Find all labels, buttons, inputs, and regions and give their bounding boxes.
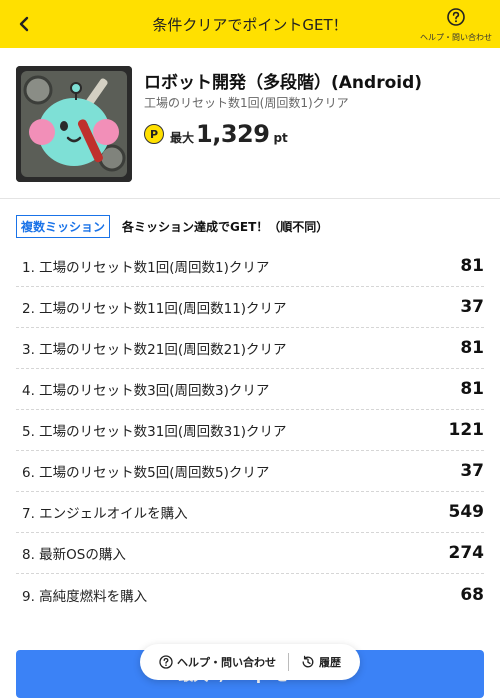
mission-points: 68 (460, 584, 484, 605)
mission-label: 5. 工場のリセット数31回(周回数31)クリア (22, 424, 287, 440)
mission-label: 2. 工場のリセット数11回(周回数11)クリア (22, 301, 287, 317)
mission-label: 7. エンジェルオイルを購入 (22, 506, 188, 522)
app-subtitle: 工場のリセット数1回(周回数1)クリア (144, 96, 349, 110)
mission-row: 4. 工場のリセット数3回(周回数3)クリア 81 (16, 369, 484, 410)
mission-points: 37 (460, 461, 484, 481)
float-history-button[interactable]: 履歴 (289, 654, 353, 670)
mission-points: 121 (448, 420, 485, 440)
mission-label: 1. 工場のリセット数1回(周回数1)クリア (22, 260, 270, 276)
points-value: 1,329 (196, 120, 270, 148)
float-help-button[interactable]: ヘルプ・問い合わせ (147, 654, 288, 670)
app-summary: ロボット開発（多段階）(Android) 工場のリセット数1回(周回数1)クリア… (16, 64, 484, 184)
mission-points: 274 (448, 543, 485, 563)
float-history-label: 履歴 (319, 656, 341, 669)
mission-list: 1. 工場のリセット数1回(周回数1)クリア 81 2. 工場のリセット数11回… (16, 246, 484, 615)
max-points: P 最大 1,329 pt (144, 120, 288, 148)
mission-points: 81 (460, 256, 484, 276)
help-label: ヘルプ・問い合わせ (420, 33, 492, 42)
points-unit: pt (273, 131, 288, 145)
mission-points: 81 (460, 338, 484, 358)
mission-row: 7. エンジェルオイルを購入 549 (16, 492, 484, 533)
mission-type-tag: 複数ミッション (16, 215, 111, 238)
app-title: ロボット開発（多段階）(Android) (144, 73, 423, 93)
header-bar: 条件クリアでポイントGET！ ヘルプ・問い合わせ (0, 0, 500, 48)
question-circle-icon (447, 8, 465, 26)
history-clock-icon (302, 655, 314, 668)
mission-label: 9. 高純度燃料を購入 (22, 588, 148, 605)
mission-row: 5. 工場のリセット数31回(周回数31)クリア 121 (16, 410, 484, 451)
points-badge-icon: P (144, 124, 164, 144)
mission-row: 6. 工場のリセット数5回(周回数5)クリア 37 (16, 451, 484, 492)
mission-row: 1. 工場のリセット数1回(周回数1)クリア 81 (16, 246, 484, 287)
app-icon (16, 66, 132, 182)
mission-label: 6. 工場のリセット数5回(周回数5)クリア (22, 465, 270, 481)
mission-row: 9. 高純度燃料を購入 68 (16, 574, 484, 615)
mission-points: 81 (460, 379, 484, 399)
mission-label: 8. 最新OSの購入 (22, 547, 126, 563)
floating-action-bar: ヘルプ・問い合わせ 履歴 (140, 644, 360, 680)
float-help-label: ヘルプ・問い合わせ (177, 656, 276, 669)
question-circle-icon (159, 655, 173, 669)
help-button[interactable]: ヘルプ・問い合わせ (420, 8, 492, 43)
mission-label: 3. 工場のリセット数21回(周回数21)クリア (22, 342, 287, 358)
mission-description: 各ミッション達成でGET！（順不同） (122, 220, 329, 234)
mission-row: 2. 工場のリセット数11回(周回数11)クリア 37 (16, 287, 484, 328)
mission-header: 複数ミッション 各ミッション達成でGET！（順不同） (16, 215, 328, 238)
mission-points: 549 (448, 502, 485, 522)
mission-label: 4. 工場のリセット数3回(周回数3)クリア (22, 383, 270, 399)
mission-row: 3. 工場のリセット数21回(周回数21)クリア 81 (16, 328, 484, 369)
section-divider (0, 198, 500, 199)
mission-row: 8. 最新OSの購入 274 (16, 533, 484, 574)
mission-points: 37 (460, 297, 484, 317)
points-prefix: 最大 (170, 131, 195, 145)
